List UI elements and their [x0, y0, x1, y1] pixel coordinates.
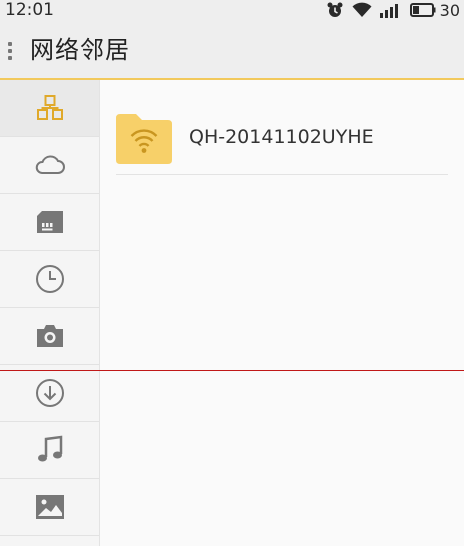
- sidebar-item-download[interactable]: [0, 365, 99, 422]
- sd-card-icon: [36, 211, 63, 233]
- cloud-icon: [35, 155, 65, 174]
- alarm-icon: [326, 1, 344, 19]
- page-title: 网络邻居: [30, 36, 130, 64]
- status-bar: 12:01 30: [0, 0, 464, 22]
- download-icon: [35, 379, 64, 407]
- network-icon: [36, 95, 63, 120]
- sidebar-item-music[interactable]: [0, 422, 99, 479]
- battery-level: 30: [439, 0, 460, 20]
- sidebar-item-network[interactable]: [0, 80, 99, 137]
- file-name: QH-20141102UYHE: [189, 126, 374, 148]
- music-icon: [37, 435, 62, 462]
- sidebar-item-sd-card[interactable]: [0, 194, 99, 251]
- sidebar: [0, 80, 100, 546]
- file-list: QH-20141102UYHE: [100, 80, 464, 546]
- app-header: 网络邻居: [0, 22, 464, 80]
- clock-icon: [35, 265, 64, 293]
- image-icon: [35, 495, 64, 519]
- sidebar-item-images[interactable]: [0, 479, 99, 536]
- divider-line: [0, 370, 464, 371]
- sidebar-item-cloud[interactable]: [0, 137, 99, 194]
- signal-icon: [379, 2, 402, 18]
- camera-icon: [36, 325, 63, 347]
- menu-icon[interactable]: [8, 42, 14, 62]
- list-item[interactable]: QH-20141102UYHE: [116, 111, 448, 175]
- battery-icon: [409, 2, 436, 18]
- sidebar-item-camera[interactable]: [0, 308, 99, 365]
- status-icons: 30: [318, 0, 460, 20]
- sidebar-item-recent[interactable]: [0, 251, 99, 308]
- status-time: 12:01: [5, 0, 54, 20]
- wifi-status-icon: [352, 2, 372, 18]
- wifi-folder-icon: [116, 114, 172, 164]
